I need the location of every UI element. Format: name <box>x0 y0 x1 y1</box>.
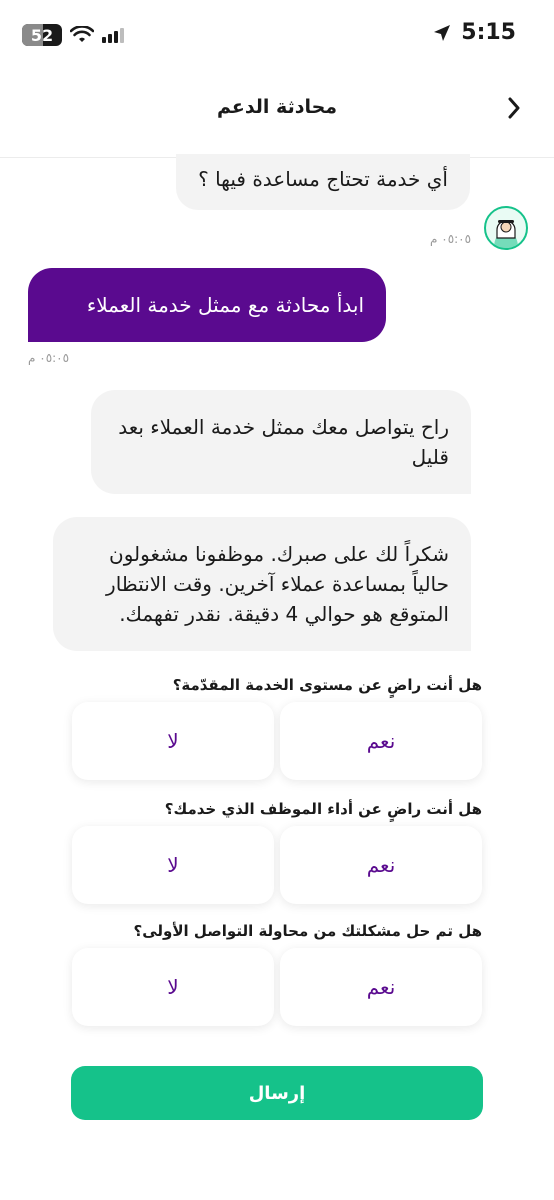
chevron-right-icon[interactable] <box>502 96 526 120</box>
survey-no-button[interactable]: لا <box>72 948 274 1026</box>
page-title: محادثة الدعم <box>216 96 338 118</box>
survey-options: لا نعم <box>72 948 482 1026</box>
survey-question: هل أنت راضٍ عن أداء الموظف الذي خدمك؟ <box>164 800 482 818</box>
survey-options: لا نعم <box>72 826 482 904</box>
survey-no-button[interactable]: لا <box>72 826 274 904</box>
message-incoming: راح يتواصل معك ممثل خدمة العملاء بعد قلي… <box>91 390 471 494</box>
survey-yes-button[interactable]: نعم <box>280 826 482 904</box>
location-arrow-icon <box>434 24 451 41</box>
battery-icon: 52 <box>22 24 62 46</box>
message-outgoing: ابدأ محادثة مع ممثل خدمة العملاء <box>28 268 386 342</box>
message-text: راح يتواصل معك ممثل خدمة العملاء بعد قلي… <box>118 415 449 469</box>
status-time: 5:15 <box>461 20 516 45</box>
message-time: ٠٥:٠٥ م <box>430 232 472 246</box>
survey-no-button[interactable]: لا <box>72 702 274 780</box>
message-text: ابدأ محادثة مع ممثل خدمة العملاء <box>86 293 364 317</box>
send-button[interactable]: إرسال <box>71 1066 483 1120</box>
message-incoming: شكراً لك على صبرك. موظفونا مشغولون حاليا… <box>53 517 471 651</box>
chat-area[interactable]: أي خدمة تحتاج مساعدة فيها ؟ ٠٥:٠٥ م ابدأ… <box>0 154 554 1038</box>
chat-header: محادثة الدعم <box>0 70 554 158</box>
wifi-icon <box>70 26 94 42</box>
survey-question: هل تم حل مشكلتك من محاولة التواصل الأولى… <box>133 922 482 940</box>
message-text: شكراً لك على صبرك. موظفونا مشغولون حاليا… <box>106 542 449 626</box>
survey-yes-button[interactable]: نعم <box>280 702 482 780</box>
battery-level: 52 <box>30 25 54 45</box>
survey-options: لا نعم <box>72 702 482 780</box>
survey-yes-button[interactable]: نعم <box>280 948 482 1026</box>
message-text: أي خدمة تحتاج مساعدة فيها ؟ <box>198 167 448 191</box>
message-time: ٠٥:٠٥ م <box>28 351 70 365</box>
status-bar: 52 5:15 <box>0 0 554 70</box>
survey-question: هل أنت راضٍ عن مستوى الخدمة المقدّمة؟ <box>172 676 482 694</box>
agent-avatar <box>484 206 528 250</box>
agent-icon <box>494 220 518 248</box>
message-incoming: أي خدمة تحتاج مساعدة فيها ؟ <box>176 154 470 210</box>
signal-icon <box>102 28 124 43</box>
